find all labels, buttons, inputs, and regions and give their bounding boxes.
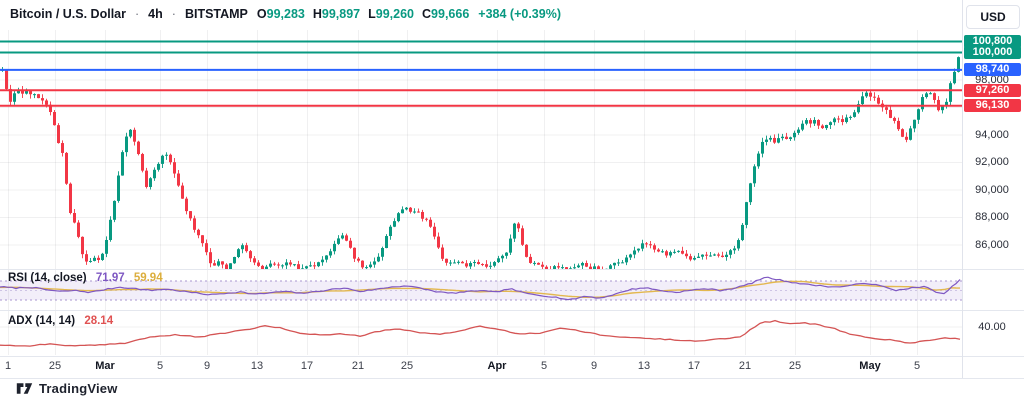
grid [0,30,962,355]
exchange-label: BITSTAMP [185,7,248,21]
adx-value: 28.14 [84,315,113,327]
time-tick-13: 13 [251,360,263,372]
pane-divider[interactable] [0,269,1024,270]
adx-pane [0,321,960,347]
separator: · [172,7,176,21]
symbol-title[interactable]: Bitcoin / U.S. Dollar [10,7,126,21]
candles-group [1,56,960,273]
level-price-badge[interactable]: 97,260 [964,84,1021,97]
time-tick-5: 5 [541,360,547,372]
ohlc-open: O99,283 [257,7,305,21]
time-tick-May: May [859,360,880,372]
time-tick-21: 21 [352,360,364,372]
price-axis-label: 86,000 [963,239,1021,252]
price-axis[interactable]: USD 98,00094,00092,00090,00088,00086,000… [963,0,1024,378]
rsi-value: 71.97 [96,272,125,284]
time-tick-25: 25 [401,360,413,372]
level-price-badge[interactable]: 96,130 [964,99,1021,112]
time-tick-1: 1 [5,360,11,372]
time-tick-25: 25 [49,360,61,372]
adx-axis-label: 40.00 [963,321,1021,334]
time-tick-17: 17 [688,360,700,372]
level-price-badge[interactable]: 100,000 [964,46,1021,59]
level-price-badge[interactable]: 98,740 [964,63,1021,76]
symbol-legend[interactable]: Bitcoin / U.S. Dollar · 4h · BITSTAMP O9… [10,7,561,21]
currency-button[interactable]: USD [966,5,1020,29]
time-tick-21: 21 [739,360,751,372]
rsi-ma-value: 59.94 [134,272,163,284]
level-lines-group[interactable] [0,42,962,106]
price-axis-label: 88,000 [963,211,1021,224]
candlestick-chart[interactable] [0,0,962,357]
separator: · [135,7,139,21]
adx-title[interactable]: ADX (14, 14) [8,315,75,327]
time-tick-5: 5 [914,360,920,372]
time-tick-25: 25 [789,360,801,372]
price-axis-label: 92,000 [963,156,1021,169]
tradingview-chart-window: Bitcoin / U.S. Dollar · 4h · BITSTAMP O9… [0,0,1024,402]
time-tick-9: 9 [204,360,210,372]
rsi-legend[interactable]: RSI (14, close) 71.97 59.94 [8,272,163,284]
tradingview-logo-text: TradingView [39,381,118,396]
ohlc-close: C99,666 [422,7,469,21]
price-axis-label: 94,000 [963,129,1021,142]
ohlc-values: O99,283 H99,897 L99,260 C99,666 [257,7,469,21]
time-tick-13: 13 [638,360,650,372]
adx-line [0,321,960,347]
tradingview-logo-icon [16,381,33,396]
ohlc-low: L99,260 [368,7,414,21]
time-tick-Apr: Apr [488,360,507,372]
tradingview-logo[interactable]: TradingView [16,381,118,396]
time-tick-Mar: Mar [95,360,115,372]
footer-divider [0,378,1024,379]
adx-legend[interactable]: ADX (14, 14) 28.14 [8,315,113,327]
rsi-title[interactable]: RSI (14, close) [8,272,87,284]
price-axis-label: 90,000 [963,184,1021,197]
time-axis[interactable]: 1 25 Mar 5 9 13 17 21 25 Apr 5 9 13 17 21 25 May 5 [0,357,962,377]
ohlc-high: H99,897 [313,7,360,21]
time-tick-9: 9 [591,360,597,372]
time-tick-17: 17 [301,360,313,372]
time-tick-5: 5 [157,360,163,372]
interval-label[interactable]: 4h [148,7,163,21]
change-label: +384 (+0.39%) [478,7,561,21]
pane-divider[interactable] [0,310,1024,311]
